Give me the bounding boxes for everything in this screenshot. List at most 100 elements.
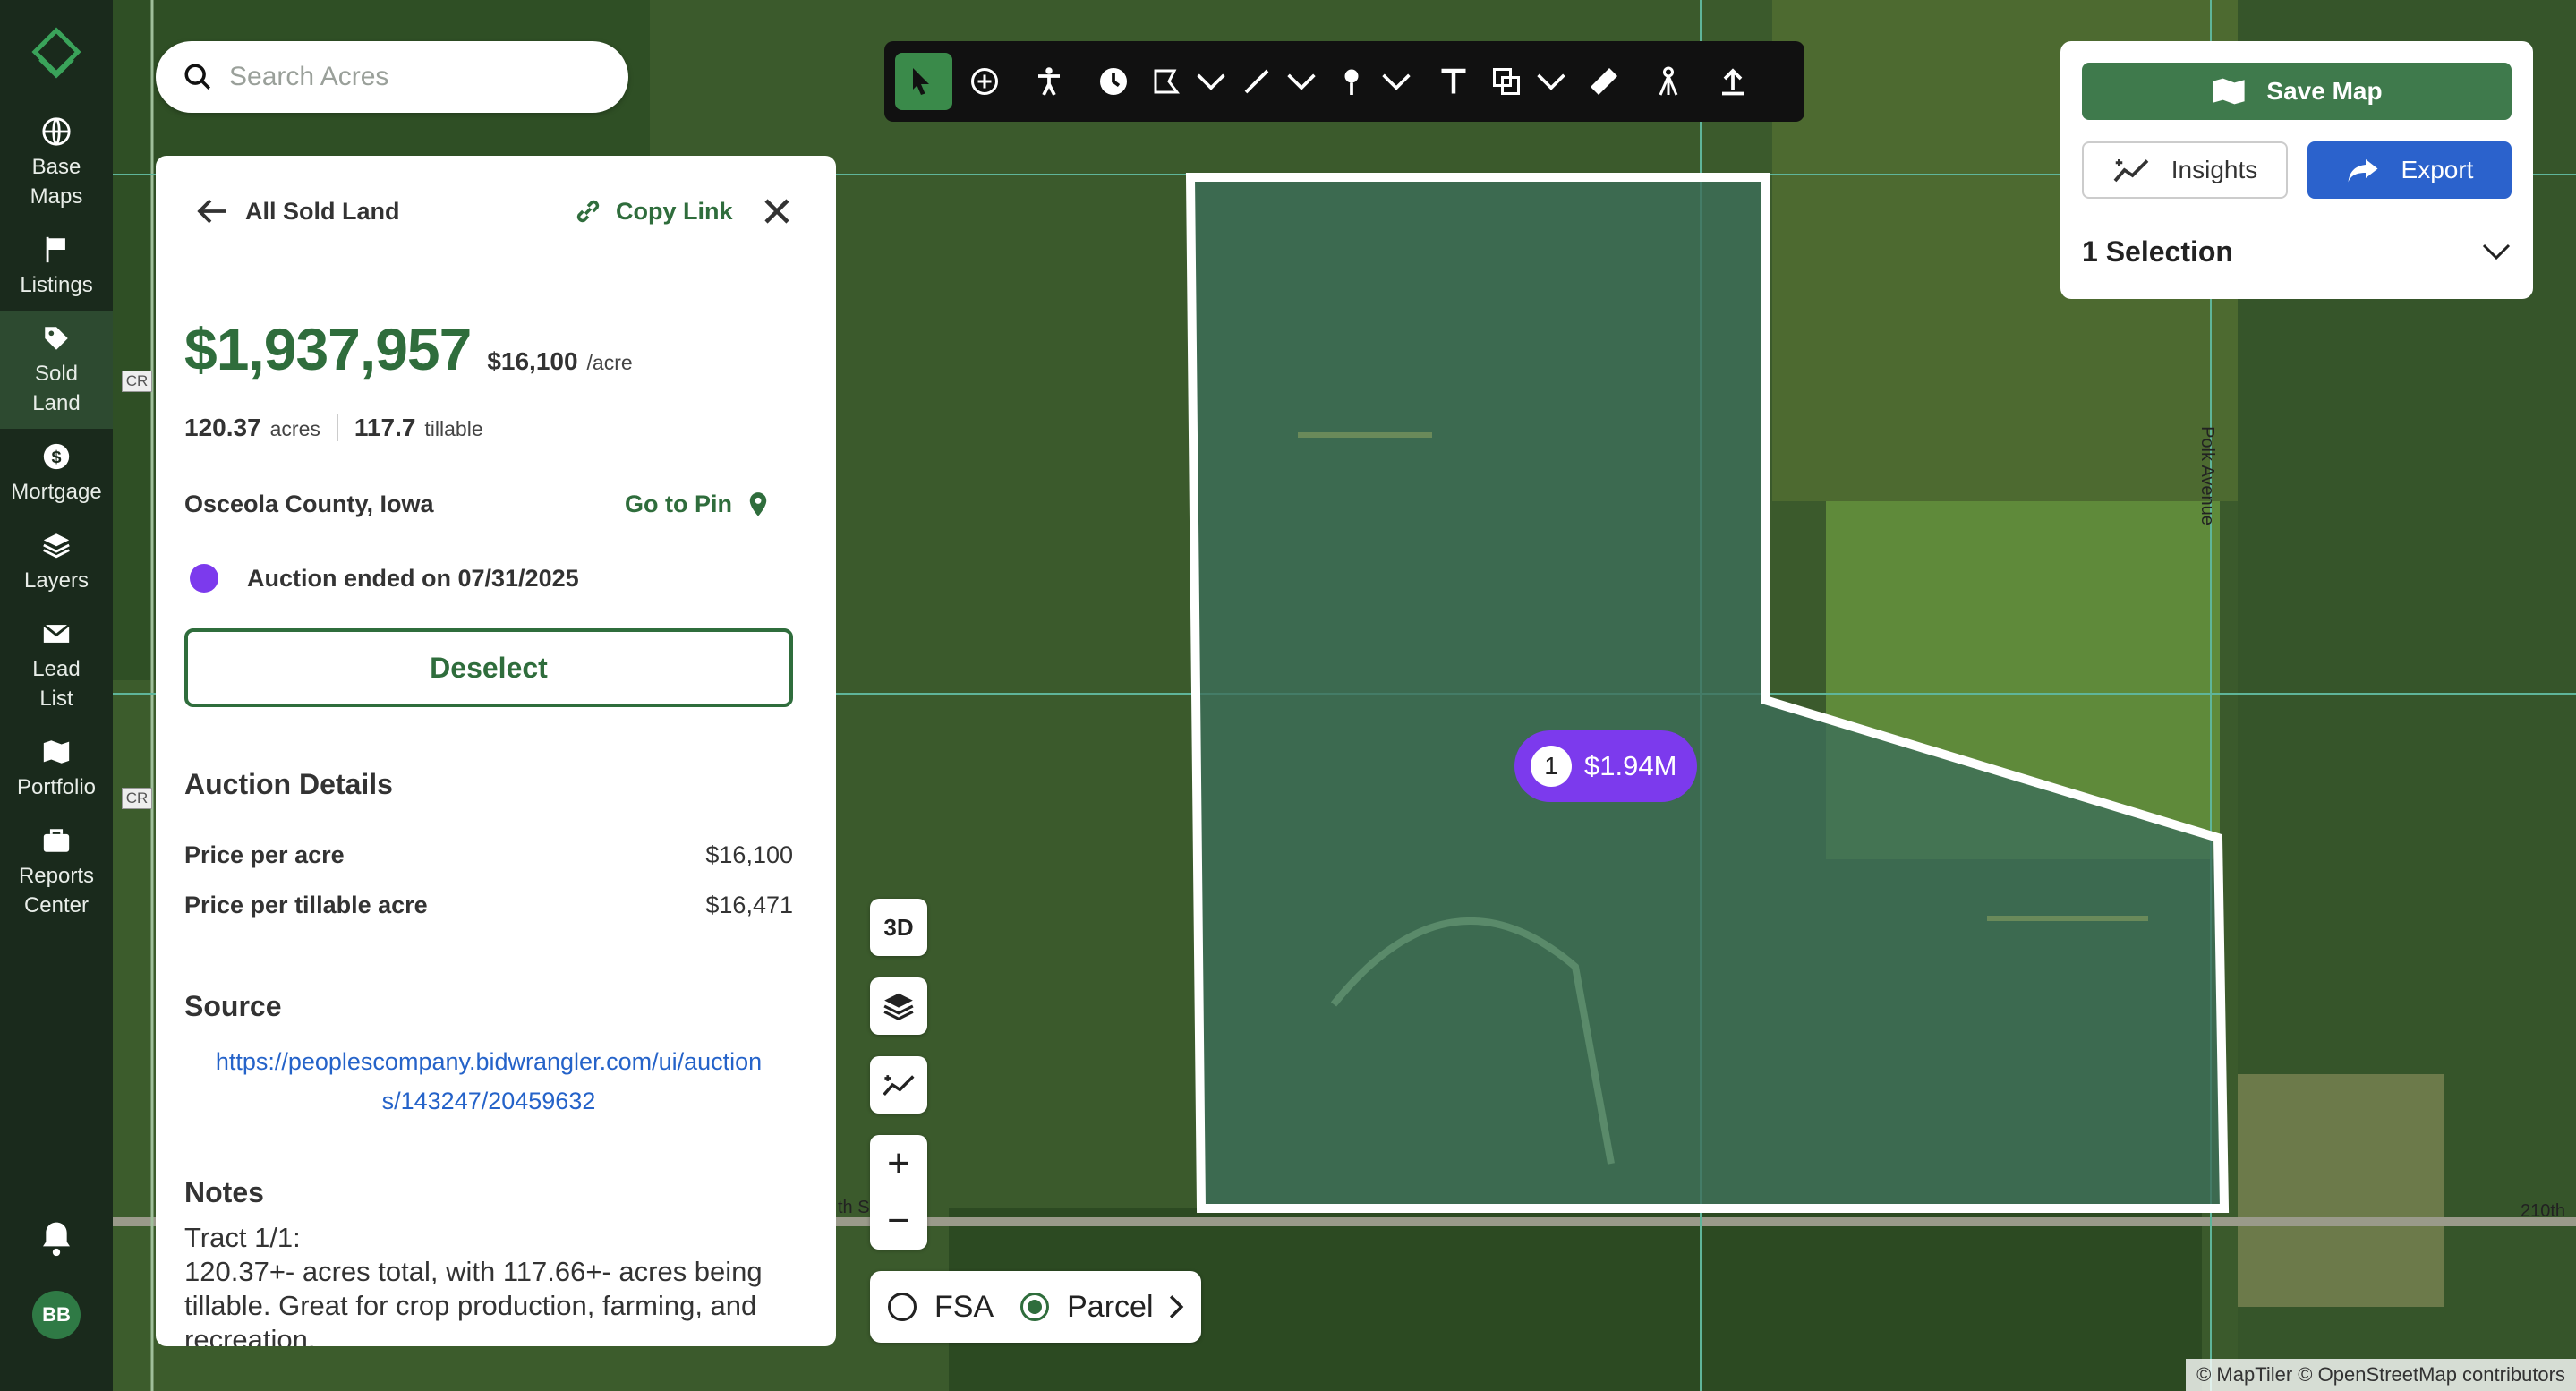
text-icon [1441, 68, 1466, 94]
sparkle-chart-icon [2113, 159, 2149, 183]
nav-sold-land[interactable]: Sold Land [0, 311, 113, 429]
survey-tool[interactable] [1636, 53, 1701, 110]
nav-reports-center[interactable]: Reports Center [0, 813, 113, 931]
per-acre-unit: /acre [586, 351, 633, 374]
svg-text:$: $ [51, 448, 61, 467]
auction-status: Auction ended on 07/31/2025 [190, 564, 579, 593]
nav-label: Mortgage [11, 480, 102, 504]
insights-label: Insights [2171, 156, 2258, 183]
fsa-option[interactable]: FSA [888, 1290, 994, 1325]
zoom-out-button[interactable]: − [870, 1192, 927, 1250]
tillable-value: 117.7 [354, 414, 416, 441]
search-input[interactable] [229, 62, 605, 92]
share-arrow-icon [2348, 159, 2378, 183]
ruler-icon [1591, 68, 1617, 95]
tripod-icon [1659, 66, 1678, 96]
nav-mortgage[interactable]: $ Mortgage [0, 429, 113, 517]
search-bar[interactable] [156, 41, 628, 113]
layers-button[interactable] [870, 977, 927, 1035]
accessibility-tool[interactable] [1017, 53, 1081, 110]
sale-price: $1,937,957 [184, 316, 472, 382]
nav-layers[interactable]: Layers [0, 517, 113, 606]
polygon-tool[interactable] [1146, 53, 1232, 110]
nav-lead-list[interactable]: Lead List [0, 606, 113, 724]
parcel-price-marker[interactable]: 1 $1.94M [1514, 730, 1697, 802]
road-label-left: th S [838, 1198, 870, 1217]
notes-text: Tract 1/1: 120.37+- acres total, with 11… [184, 1221, 802, 1346]
bell-icon[interactable] [38, 1219, 74, 1259]
notes-line: tillable. Great for crop production, far… [184, 1290, 757, 1321]
fsa-label: FSA [934, 1289, 994, 1324]
map-attribution[interactable]: © MapTiler © OpenStreetMap contributors [2186, 1359, 2576, 1391]
zoom-control: + − [870, 1135, 927, 1250]
line-tool[interactable] [1232, 53, 1326, 110]
chevron-down-icon [1537, 73, 1565, 90]
link-icon [576, 200, 600, 223]
detail-row: Price per acre $16,100 [184, 841, 793, 869]
source-link[interactable]: https://peoplescompany.bidwrangler.com/u… [184, 1042, 793, 1121]
globe-icon [42, 117, 71, 146]
deselect-button[interactable]: Deselect [184, 628, 793, 707]
history-tool[interactable] [1081, 53, 1146, 110]
insights-map-button[interactable] [870, 1056, 927, 1114]
nav-label: Layers [23, 568, 90, 593]
pin-icon [1344, 69, 1359, 95]
layers-icon [43, 533, 70, 559]
select-info-tool[interactable] [895, 53, 952, 110]
nav-base-maps[interactable]: Base Maps [0, 104, 113, 222]
add-point-tool[interactable] [952, 53, 1017, 110]
text-tool[interactable] [1421, 53, 1486, 110]
nav-listings[interactable]: Listings [0, 222, 113, 311]
detail-value: $16,100 [705, 841, 793, 868]
county-road-label: CR [122, 371, 152, 392]
parcel-option[interactable]: Parcel [1020, 1290, 1185, 1325]
auction-details-heading: Auction Details [184, 768, 393, 800]
detail-label: Price per acre [184, 841, 345, 868]
chevron-down-icon [1287, 73, 1316, 90]
polygon-icon [1154, 69, 1180, 94]
pin-tool[interactable] [1326, 53, 1421, 110]
nav-label: Land [32, 391, 81, 415]
back-button[interactable]: All Sold Land [197, 197, 400, 226]
auction-status-text: Auction ended on 07/31/2025 [247, 564, 579, 592]
app-logo-icon[interactable] [28, 25, 85, 82]
notes-line: 120.37+- acres total, with 117.66+- acre… [184, 1256, 763, 1287]
map-icon [2213, 78, 2246, 105]
shape-tool[interactable] [1486, 53, 1572, 110]
nav-label: List [39, 687, 73, 711]
chevron-down-icon [1382, 73, 1411, 90]
zoom-in-button[interactable]: + [870, 1135, 927, 1192]
clock-icon [1100, 68, 1127, 95]
selection-dropdown[interactable]: 1 Selection [2082, 229, 2512, 274]
parcel-radio[interactable] [1020, 1293, 1050, 1321]
parcel-label: Parcel [1067, 1289, 1154, 1324]
briefcase-icon [43, 829, 70, 852]
nav-label: Base [31, 155, 81, 179]
nav-label: Center [23, 893, 90, 917]
location-text: Osceola County, Iowa [184, 491, 434, 517]
upload-tool[interactable] [1701, 53, 1765, 110]
insights-button[interactable]: Insights [2082, 141, 2288, 199]
person-icon [1038, 67, 1060, 96]
go-to-pin-button[interactable]: Go to Pin [625, 491, 770, 518]
export-label: Export [2401, 156, 2474, 183]
plus-circle-icon [971, 68, 998, 95]
nav-portfolio[interactable]: Portfolio [0, 724, 113, 813]
acres-unit: acres [269, 417, 320, 440]
line-icon [1244, 69, 1269, 94]
shapes-icon [1493, 68, 1520, 95]
nav-label: Reports [18, 864, 95, 888]
copy-link-button[interactable]: Copy Link [573, 196, 733, 226]
nav-label: Maps [30, 184, 83, 209]
acres-value: 120.37 [184, 414, 261, 441]
layers-icon [883, 993, 914, 1021]
chevron-down-icon [2482, 243, 2511, 260]
fsa-radio[interactable] [888, 1293, 917, 1321]
save-map-button[interactable]: Save Map [2082, 63, 2512, 120]
source-heading: Source [184, 990, 282, 1022]
export-button[interactable]: Export [2307, 141, 2512, 199]
close-icon[interactable] [761, 195, 793, 227]
user-avatar[interactable]: BB [32, 1291, 81, 1339]
measure-tool[interactable] [1572, 53, 1636, 110]
3d-toggle-button[interactable]: 3D [870, 899, 927, 956]
